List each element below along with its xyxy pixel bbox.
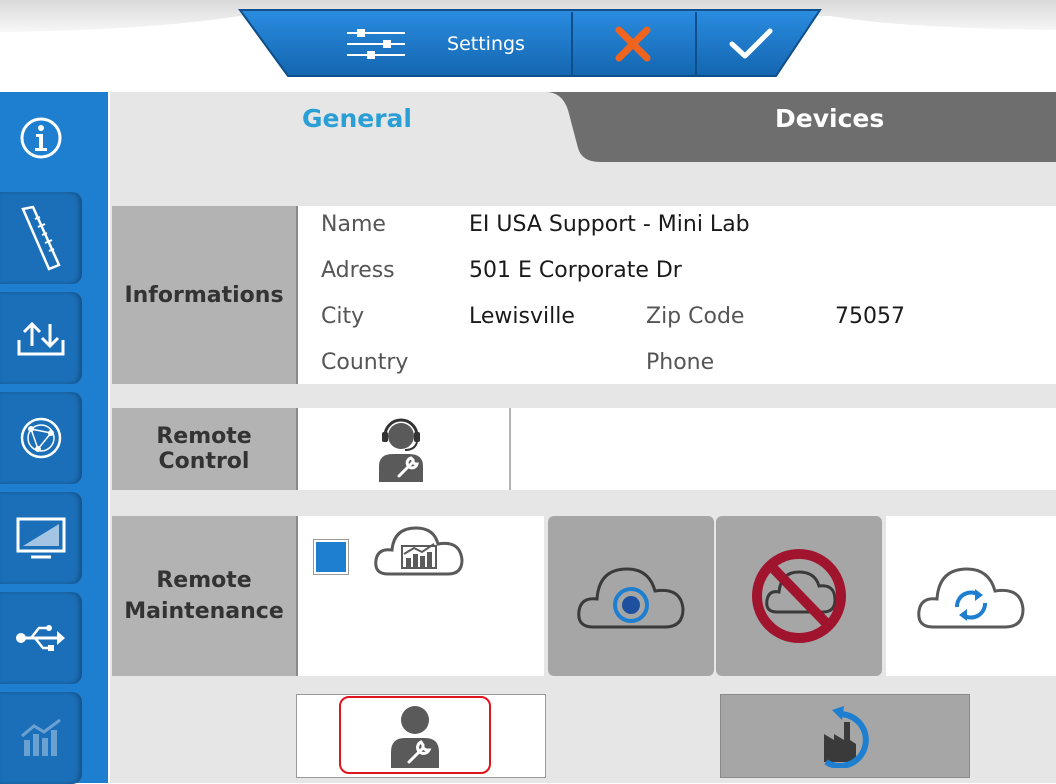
sidebar-item-info[interactable] [0, 92, 82, 184]
import-export-icon [17, 321, 65, 356]
tab-devices[interactable]: Devices [775, 104, 884, 133]
cloud-connect-button[interactable] [548, 516, 714, 676]
chart-icon [21, 718, 61, 756]
remote-maintenance-header-line1: Remote [156, 568, 252, 593]
info-icon [20, 117, 62, 159]
remote-control-header: Remote Control [112, 408, 298, 490]
phone-label: Phone [646, 350, 715, 375]
name-value[interactable]: EI USA Support - Mini Lab [469, 212, 750, 237]
support-agent-icon [379, 418, 423, 482]
informations-header: Informations [112, 206, 298, 384]
cloud-chart-icon[interactable] [372, 520, 466, 578]
address-label: Adress [321, 258, 395, 283]
settings-label: Settings [447, 33, 525, 55]
informations-header-label: Informations [124, 282, 284, 308]
cloud-target-icon [577, 567, 685, 629]
monitor-icon [16, 517, 66, 559]
confirm-button[interactable] [696, 10, 806, 78]
maintenance-checkbox[interactable] [314, 540, 348, 574]
sidebar-item-usb[interactable] [0, 592, 82, 684]
sidebar-item-network[interactable] [0, 392, 82, 484]
factory-reset-button[interactable] [720, 694, 970, 778]
sliders-icon [347, 29, 406, 59]
remote-maintenance-header-line2: Maintenance [124, 599, 284, 624]
ruler-icon [21, 205, 61, 271]
factory-reset-icon [824, 706, 869, 768]
cloud-disabled-icon [752, 549, 846, 643]
remote-maintenance-header: Remote Maintenance [112, 516, 298, 676]
city-value[interactable]: Lewisville [469, 304, 575, 329]
country-label: Country [321, 350, 409, 375]
service-technician-button[interactable] [339, 696, 491, 774]
remote-control-button[interactable] [298, 408, 508, 490]
name-label: Name [321, 212, 386, 237]
city-label: City [321, 304, 365, 329]
tab-shape [110, 92, 1056, 164]
cloud-sync-icon [917, 567, 1025, 629]
sidebar-item-statistics[interactable] [0, 692, 82, 784]
sidebar [0, 92, 108, 784]
remote-control-header-label: Remote Control [156, 424, 252, 474]
cloud-sync-button[interactable] [886, 516, 1056, 676]
zip-value[interactable]: 75057 [835, 304, 905, 329]
zip-label: Zip Code [646, 304, 745, 329]
divider [509, 408, 511, 490]
service-technician-icon [391, 706, 439, 768]
tab-general[interactable]: General [302, 104, 412, 133]
network-icon [20, 417, 62, 459]
sidebar-item-measure[interactable] [0, 192, 82, 284]
cancel-button[interactable] [572, 10, 694, 78]
sidebar-item-import-export[interactable] [0, 292, 82, 384]
sidebar-item-display[interactable] [0, 492, 82, 584]
settings-button[interactable]: Settings [300, 10, 570, 78]
check-icon [729, 28, 773, 59]
cloud-disable-button[interactable] [716, 516, 882, 676]
close-icon [615, 26, 651, 62]
address-value[interactable]: 501 E Corporate Dr [469, 258, 682, 283]
usb-icon [16, 625, 65, 651]
